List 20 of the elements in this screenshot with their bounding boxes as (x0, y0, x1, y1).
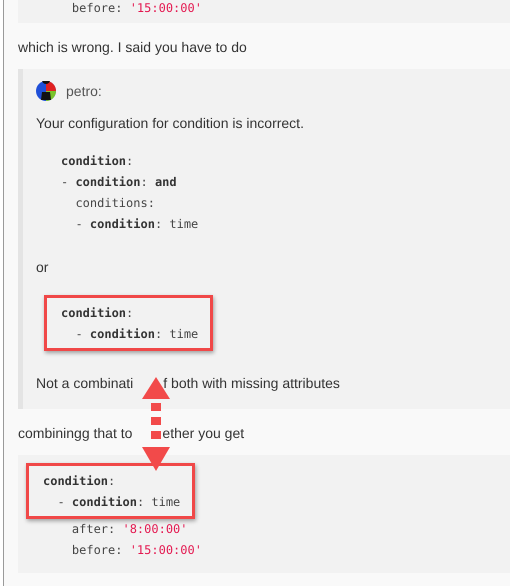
paragraph: which is wrong. I said you have to do (18, 38, 248, 57)
text-fragment: ether you get (162, 425, 244, 441)
text-fragment: f both with missing attributes (163, 375, 340, 391)
paragraph: Your configuration for condition is incorrect. (36, 114, 305, 133)
code-line: condition: (61, 153, 134, 170)
author-name: petro: (66, 83, 102, 99)
code-line: before: '15:00:00' (70, 0, 203, 17)
code-line: condition: (61, 305, 134, 322)
code-line: conditions: (74, 195, 156, 212)
code-line: before: '15:00:00' (70, 542, 203, 559)
paragraph: or (36, 258, 50, 277)
text-fragment: Not a combinati (36, 375, 134, 391)
avatar-icon (36, 81, 56, 101)
code-line: - condition: and (61, 174, 178, 191)
code-line: - condition: time (56, 494, 180, 511)
code-line: - condition: time (74, 326, 198, 343)
code-line: - condition: time (74, 216, 200, 233)
text-fragment: combiningg that to (18, 425, 132, 441)
code-line: after: '8:00:00' (70, 521, 189, 538)
code-line: condition: (43, 473, 116, 490)
